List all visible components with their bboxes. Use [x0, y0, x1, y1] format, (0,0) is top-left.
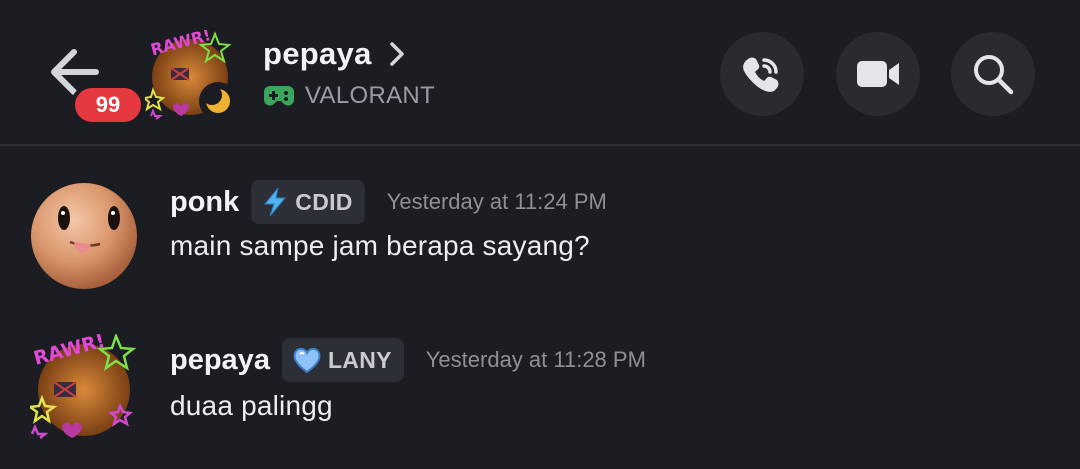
idle-status-icon	[199, 82, 237, 120]
message-item[interactable]: ponk CDID Yesterday at 11:24 PM main sam…	[0, 176, 1080, 296]
video-camera-icon	[857, 61, 899, 87]
tag-label: LANY	[327, 346, 392, 373]
username[interactable]: pepaya	[170, 344, 270, 377]
video-call-button[interactable]	[836, 32, 920, 116]
chevron-right-icon	[389, 42, 404, 66]
chat-header: RAWR! 99 pepaya VALORANT	[0, 0, 1080, 146]
phone-call-icon	[743, 57, 779, 92]
message-content: duaa palingg	[170, 390, 333, 421]
server-tag[interactable]: CDID	[251, 180, 365, 224]
search-button[interactable]	[951, 32, 1035, 116]
voice-call-button[interactable]	[720, 32, 804, 116]
message-header: pepaya LANY Yesterday at 11:28 PM	[170, 338, 646, 382]
activity-text: VALORANT	[305, 82, 435, 109]
channel-name: pepaya	[263, 36, 372, 71]
username[interactable]: ponk	[170, 186, 239, 219]
avatar[interactable]: RAWR!	[26, 330, 138, 442]
lightning-icon	[264, 187, 287, 217]
timestamp: Yesterday at 11:28 PM	[425, 347, 646, 372]
gamepad-icon	[264, 86, 294, 106]
search-icon	[974, 55, 1014, 95]
unread-badge: 99	[71, 84, 145, 126]
timestamp: Yesterday at 11:24 PM	[386, 189, 607, 214]
server-tag[interactable]: LANY	[281, 338, 404, 382]
header-divider	[0, 144, 1080, 146]
avatar[interactable]	[30, 182, 138, 290]
message-content: main sampe jam berapa sayang?	[170, 230, 590, 261]
message-item[interactable]: RAWR! pepaya LANY Yesterday at 11:28 PM …	[0, 330, 1080, 454]
message-header: ponk CDID Yesterday at 11:24 PM	[170, 180, 607, 224]
channel-title[interactable]: pepaya	[263, 36, 406, 72]
blue-heart-icon	[293, 347, 321, 374]
activity-status[interactable]: VALORANT	[263, 82, 435, 110]
tag-label: CDID	[295, 188, 353, 215]
